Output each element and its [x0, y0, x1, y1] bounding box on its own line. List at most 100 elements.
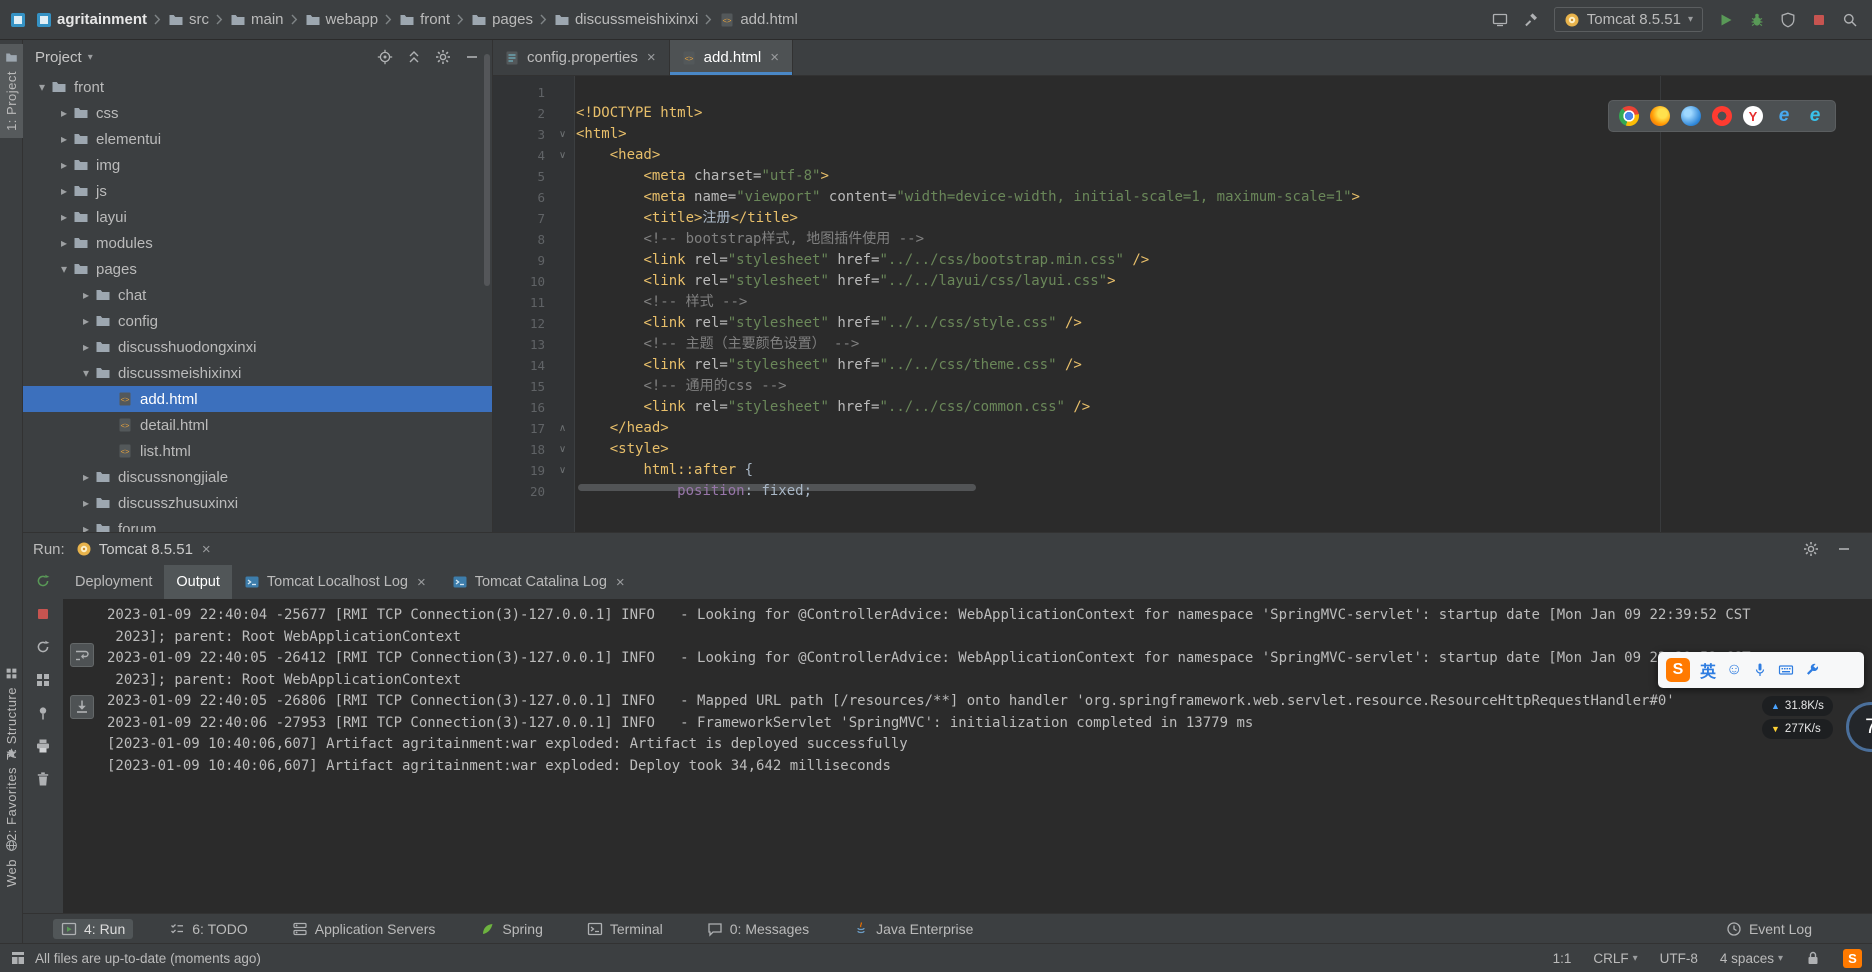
toolwindow-button-Spring[interactable]: Spring: [471, 919, 550, 939]
tree-item-js[interactable]: ▸ js: [23, 178, 492, 204]
build-button[interactable]: [1523, 12, 1539, 28]
close-icon[interactable]: ×: [415, 575, 428, 590]
fold-marker-icon[interactable]: ∨: [549, 465, 576, 476]
search-button[interactable]: [1842, 12, 1858, 28]
keyboard-icon[interactable]: [1778, 662, 1794, 678]
wrench-icon[interactable]: [1804, 662, 1820, 678]
status-widget-1:1[interactable]: 1:1: [1553, 951, 1572, 966]
opera-browser-icon[interactable]: [1712, 106, 1732, 126]
chevron-right-icon[interactable]: ▸: [55, 210, 73, 224]
window-switcher-icon[interactable]: [10, 950, 26, 966]
editor[interactable]: 1 2 <!DOCTYPE html> 3 ∨ <html> 4 ∨ <head> 5 <met…: [493, 76, 1872, 532]
status-widget-4 spaces[interactable]: 4 spaces ▾: [1720, 951, 1783, 966]
tree-item-config[interactable]: ▸ config: [23, 308, 492, 334]
chevron-right-icon[interactable]: ▸: [55, 236, 73, 250]
chrome-browser-icon[interactable]: [1619, 106, 1639, 126]
chevron-down-icon[interactable]: ▾: [55, 262, 73, 276]
fold-marker-icon[interactable]: ∨: [549, 129, 576, 140]
tree-item-discussmeishixinxi[interactable]: ▾ discussmeishixinxi: [23, 360, 492, 386]
tree-item-discusshuodongxinxi[interactable]: ▸ discusshuodongxinxi: [23, 334, 492, 360]
console-tab-Tomcat Localhost Log[interactable]: Tomcat Localhost Log ×: [232, 565, 440, 599]
tree-item-front[interactable]: ▾ front: [23, 74, 492, 100]
close-icon[interactable]: ×: [645, 50, 658, 65]
lock-icon[interactable]: [1805, 950, 1821, 966]
chevron-right-icon[interactable]: ▸: [55, 106, 73, 120]
chevron-right-icon[interactable]: ▸: [77, 470, 95, 484]
pin-button[interactable]: [31, 701, 55, 725]
breadcrumb-item[interactable]: src: [168, 11, 209, 28]
project-scrollbar[interactable]: [484, 54, 490, 286]
tree-item-detail.html[interactable]: <> detail.html: [23, 412, 492, 438]
console-output[interactable]: 2023-01-09 22:40:04 -25677 [RMI TCP Conn…: [101, 599, 1872, 913]
toolwindow-button-0: Messages[interactable]: 0: Messages: [699, 919, 817, 939]
preview-button[interactable]: [1492, 12, 1508, 28]
chevron-right-icon[interactable]: ▸: [77, 522, 95, 532]
chevron-right-icon[interactable]: ▸: [77, 340, 95, 354]
toolwindow-button-Java Enterprise[interactable]: Java Enterprise: [845, 919, 981, 939]
sogou-logo-icon[interactable]: S: [1666, 658, 1690, 682]
run-window-tab[interactable]: Tomcat 8.5.51 ×: [76, 541, 213, 558]
event-log-button[interactable]: Event Log: [1726, 921, 1812, 937]
breadcrumb-item[interactable]: <> add.html: [719, 11, 798, 28]
tree-item-chat[interactable]: ▸ chat: [23, 282, 492, 308]
project-panel-title[interactable]: Project: [35, 49, 82, 66]
breadcrumb-item[interactable]: pages: [471, 11, 533, 28]
close-icon[interactable]: ×: [768, 50, 781, 65]
tree-item-modules[interactable]: ▸ modules: [23, 230, 492, 256]
locate-icon[interactable]: [377, 49, 393, 65]
debug-button[interactable]: [1749, 12, 1765, 28]
settings-icon[interactable]: [1803, 541, 1819, 557]
stop-button[interactable]: [1811, 12, 1827, 28]
status-widget-CRLF[interactable]: CRLF ▾: [1593, 951, 1637, 966]
tree-item-list.html[interactable]: <> list.html: [23, 438, 492, 464]
print-button[interactable]: [31, 734, 55, 758]
chevron-down-icon[interactable]: ▾: [33, 80, 51, 94]
ie-browser-icon[interactable]: e: [1774, 105, 1794, 126]
soft-wrap-button[interactable]: [70, 643, 94, 667]
console-tab-Tomcat Catalina Log[interactable]: Tomcat Catalina Log ×: [440, 565, 639, 599]
clear-button[interactable]: [31, 767, 55, 791]
toolwindow-button-4: Run[interactable]: 4: Run: [53, 918, 134, 939]
chevron-right-icon[interactable]: ▸: [55, 184, 73, 198]
run-button[interactable]: [1718, 12, 1734, 28]
hide-icon[interactable]: [1836, 541, 1852, 557]
tree-item-pages[interactable]: ▾ pages: [23, 256, 492, 282]
edge-browser-icon[interactable]: e: [1805, 105, 1825, 126]
run-config-select[interactable]: Tomcat 8.5.51 ▾: [1553, 7, 1703, 32]
chevron-right-icon[interactable]: ▸: [77, 496, 95, 510]
fold-marker-icon[interactable]: ∨: [549, 444, 576, 455]
tree-item-discussnongjiale[interactable]: ▸ discussnongjiale: [23, 464, 492, 490]
close-icon[interactable]: ×: [200, 542, 213, 557]
chevron-right-icon[interactable]: ▸: [77, 288, 95, 302]
microphone-icon[interactable]: [1752, 662, 1768, 678]
collapse-all-icon[interactable]: [406, 49, 422, 65]
tree-item-layui[interactable]: ▸ layui: [23, 204, 492, 230]
fold-marker-icon[interactable]: ∧: [549, 423, 576, 434]
generic-browser-icon[interactable]: [1681, 106, 1701, 126]
yandex-browser-icon[interactable]: Y: [1743, 106, 1763, 126]
close-icon[interactable]: ×: [614, 575, 627, 590]
rerun-button[interactable]: [31, 569, 55, 593]
breadcrumb-item[interactable]: webapp: [305, 11, 378, 28]
scroll-to-end-button[interactable]: [70, 695, 94, 719]
breadcrumb-item[interactable]: front: [399, 11, 450, 28]
smiley-icon[interactable]: ☺: [1726, 661, 1742, 679]
toolwindow-button-6: TODO[interactable]: 6: TODO: [161, 919, 256, 939]
tree-item-discusszhusuxinxi[interactable]: ▸ discusszhusuxinxi: [23, 490, 492, 516]
editor-tab-add.html[interactable]: <> add.html ×: [669, 40, 793, 75]
toolwindow-button-Terminal[interactable]: Terminal: [579, 919, 671, 939]
restart-button[interactable]: [31, 635, 55, 659]
settings-icon[interactable]: [435, 49, 451, 65]
breadcrumb-item[interactable]: discussmeishixinxi: [554, 11, 698, 28]
chevron-down-icon[interactable]: ▾: [77, 366, 95, 380]
console-tab-Deployment[interactable]: Deployment: [63, 565, 164, 599]
fold-marker-icon[interactable]: ∨: [549, 150, 576, 161]
status-widget-UTF-8[interactable]: UTF-8: [1660, 951, 1698, 966]
hide-icon[interactable]: [464, 49, 480, 65]
ime-language-mode[interactable]: 英: [1700, 658, 1716, 682]
tree-item-forum[interactable]: ▸ forum: [23, 516, 492, 532]
tree-item-css[interactable]: ▸ css: [23, 100, 492, 126]
console-tab-Output[interactable]: Output: [164, 565, 232, 599]
ime-tray-icon[interactable]: S: [1843, 948, 1862, 968]
tree-item-add.html[interactable]: <> add.html: [23, 386, 492, 412]
